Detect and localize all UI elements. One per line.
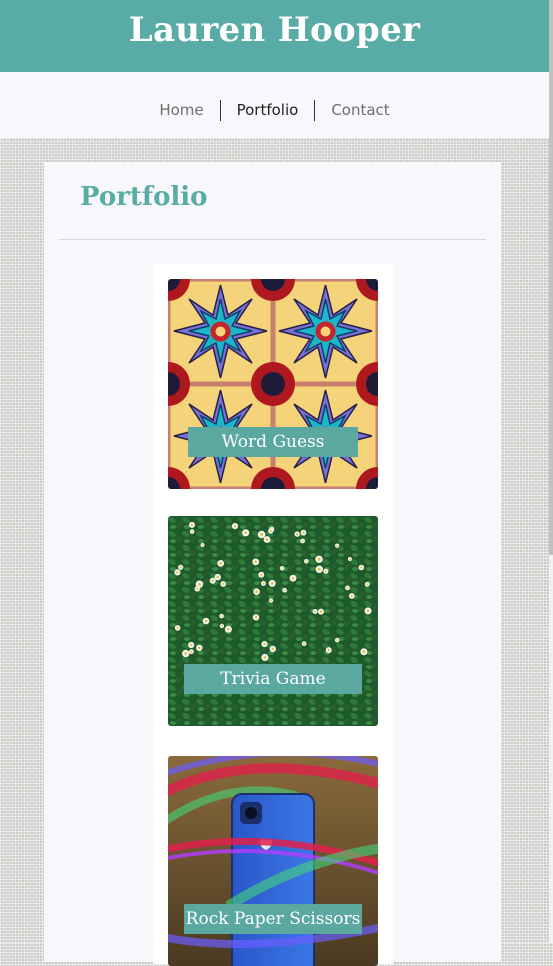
project-card-word-guess[interactable]: Word Guess <box>168 279 378 489</box>
title-divider <box>59 239 486 240</box>
scrollbar[interactable] <box>549 0 553 943</box>
daisy-field-image <box>168 516 378 726</box>
page-title: Portfolio <box>80 182 208 212</box>
nav-contact-link[interactable]: Contact <box>315 100 405 120</box>
site-title: Lauren Hooper <box>128 10 421 50</box>
project-card-rock-paper-scissors[interactable]: Rock Paper Scissors <box>168 756 378 966</box>
site-nav: Home Portfolio Contact <box>0 72 549 138</box>
nav-portfolio-link[interactable]: Portfolio <box>221 100 315 120</box>
nav-home-link[interactable]: Home <box>143 100 219 120</box>
project-gallery: Word Guess Trivia Game Rock Paper Scisso… <box>153 264 393 966</box>
tile-pattern-image <box>168 279 378 489</box>
phone-neon-image <box>168 756 378 966</box>
scrollbar-thumb[interactable] <box>549 0 553 555</box>
site-header: Lauren Hooper <box>0 0 549 72</box>
project-label: Word Guess <box>188 427 358 457</box>
portfolio-section: Portfolio Word Guess Trivia Game Rock Pa… <box>44 162 501 966</box>
project-label: Rock Paper Scissors <box>184 904 362 934</box>
project-label: Trivia Game <box>184 664 362 694</box>
project-card-trivia-game[interactable]: Trivia Game <box>168 516 378 726</box>
